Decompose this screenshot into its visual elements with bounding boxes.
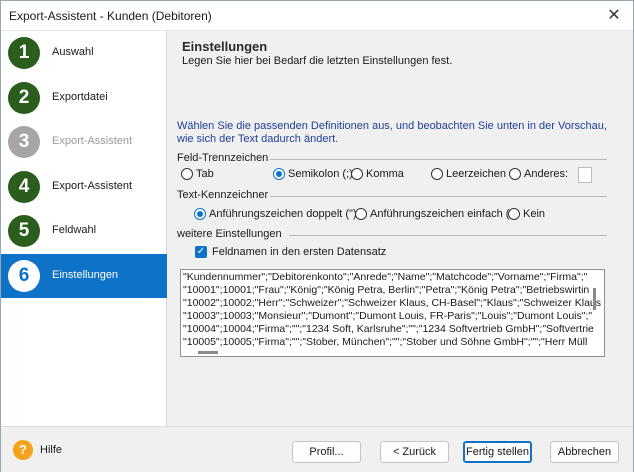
radio-indicator [273,168,285,180]
text-qualifier-group-label: Text-Kennzeichner [177,189,269,201]
radio-label: Kein [523,208,546,220]
radio-anderes[interactable]: Anderes: [509,168,568,180]
check-icon: ✓ [195,246,207,258]
step-number-badge: 5 [8,215,40,247]
help-button[interactable]: ? Hilfe [13,440,62,460]
preview-line: "10001";10001;"Frau";"König";"König Petr… [183,284,590,296]
step-number-badge: 6 [8,260,40,292]
page-title: Einstellungen [182,39,268,54]
window-title: Export-Assistent - Kunden (Debitoren) [9,9,212,23]
radio-label: Semikolon (;) [288,168,353,180]
profile-button[interactable]: Profil... [292,441,361,463]
radio-semikolon[interactable]: Semikolon (;) [273,168,353,180]
radio-label: Anderes: [524,168,569,180]
group-divider [289,235,607,236]
radio-indicator [431,168,443,180]
back-button[interactable]: < Zurück [380,441,449,463]
radio-label: Leerzeichen [446,168,506,180]
radio-leerzeichen[interactable]: Leerzeichen [431,168,506,180]
step-export-assistent[interactable]: 4 Export-Assistent [1,165,167,209]
intro-text: Wählen Sie die passenden Definitionen au… [177,120,607,145]
preview-line: "10002";10002;"Herr";"Schweizer";"Schwei… [183,297,602,309]
further-settings-group-label: weitere Einstellungen [177,228,282,240]
radio-indicator [351,168,363,180]
preview-textbox[interactable]: "Kundennummer";"Debitorenkonto";"Anrede"… [180,269,605,357]
settings-panel: Einstellungen Legen Sie hier bei Bedarf … [168,31,633,426]
radio-label: Anführungszeichen einfach (') [370,208,516,220]
close-icon[interactable]: ✕ [599,4,629,28]
radio-single-quotes[interactable]: Anführungszeichen einfach (') [355,208,515,220]
horizontal-scrollbar-thumb[interactable] [198,351,218,354]
wizard-steps-sidebar: 1 Auswahl 2 Exportdatei 3 Export-Assiste… [1,31,167,426]
radio-indicator [508,208,520,220]
step-number-badge: 2 [8,82,40,114]
field-separator-group-label: Feld-Trennzeichen [177,152,269,164]
vertical-scrollbar-thumb[interactable] [593,288,596,310]
preview-line: "Kundennummer";"Debitorenkonto";"Anrede"… [183,271,588,283]
radio-indicator [509,168,521,180]
step-export-assistent-disabled: 3 Export-Assistent [1,120,167,164]
radio-double-quotes[interactable]: Anführungszeichen doppelt (") [194,208,357,220]
radio-indicator [194,208,206,220]
step-label: Export-Assistent [52,180,133,192]
step-label: Einstellungen [52,269,119,281]
radio-label: Anführungszeichen doppelt (") [209,208,357,220]
step-auswahl[interactable]: 1 Auswahl [1,31,167,75]
step-einstellungen[interactable]: 6 Einstellungen [1,254,167,298]
field-names-checkbox[interactable]: ✓ Feldnamen in den ersten Datensatz [195,246,386,258]
step-number-badge: 1 [8,37,40,69]
step-label: Exportdatei [52,91,108,103]
preview-line: "10005";10005;"Firma";"";"Stober, Münche… [183,336,588,348]
preview-line: "10004";10004;"Firma";"";"1234 Soft, Kar… [183,323,594,335]
group-divider [270,159,607,160]
checkbox-label: Feldnamen in den ersten Datensatz [212,246,387,258]
preview-line: "10003";10003;"Monsieur";"Dumont";"Dumon… [183,310,593,322]
step-label: Feldwahl [52,224,97,236]
step-exportdatei[interactable]: 2 Exportdatei [1,76,167,120]
radio-indicator [355,208,367,220]
page-subtitle: Legen Sie hier bei Bedarf die letzten Ei… [182,55,453,67]
radio-kein[interactable]: Kein [508,208,545,220]
finish-button[interactable]: Fertig stellen [463,441,532,463]
radio-label: Tab [196,168,214,180]
step-number-badge: 4 [8,171,40,203]
radio-label: Komma [366,168,404,180]
group-divider [270,196,607,197]
radio-tab[interactable]: Tab [181,168,214,180]
other-separator-input[interactable] [578,167,592,183]
title-bar: Export-Assistent - Kunden (Debitoren) ✕ [1,1,633,31]
footer-bar: ? Hilfe Profil... < Zurück Fertig stelle… [1,426,633,472]
cancel-button[interactable]: Abbrechen [550,441,619,463]
step-number-badge: 3 [8,126,40,158]
export-assistant-window: Export-Assistent - Kunden (Debitoren) ✕ … [0,0,634,472]
radio-komma[interactable]: Komma [351,168,404,180]
radio-indicator [181,168,193,180]
step-label: Auswahl [52,46,94,58]
help-icon: ? [13,440,33,460]
step-feldwahl[interactable]: 5 Feldwahl [1,209,167,253]
help-label: Hilfe [40,444,63,456]
step-label: Export-Assistent [52,135,133,147]
